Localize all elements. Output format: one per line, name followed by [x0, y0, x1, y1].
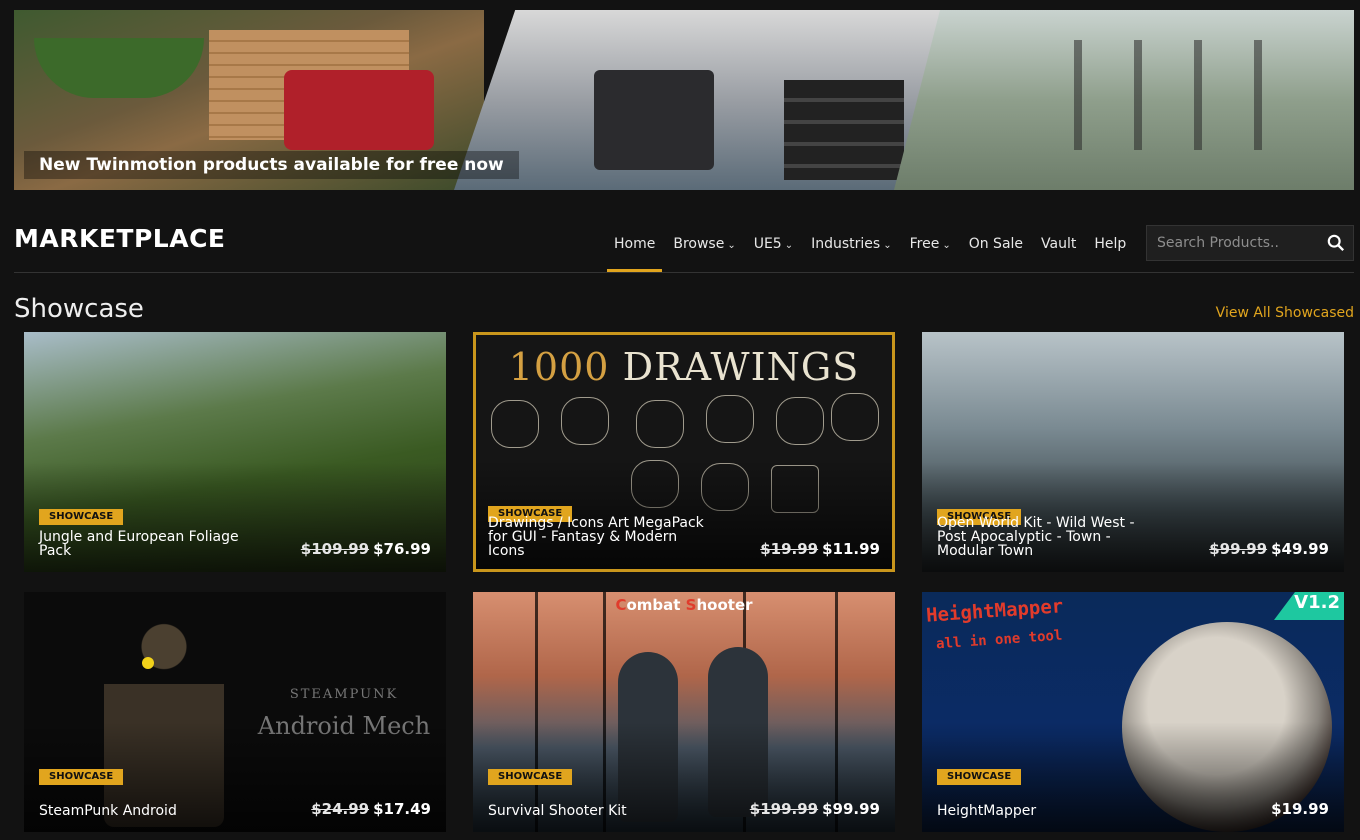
- price: $109.99 $76.99: [301, 540, 431, 558]
- product-card[interactable]: HeightMapper all in one tool V1.2 SHOWCA…: [922, 592, 1344, 832]
- chevron-down-icon: ⌄: [784, 240, 794, 251]
- robot-eye: [142, 657, 154, 669]
- lawnmower-illustration: [284, 70, 434, 150]
- original-price: $199.99: [749, 800, 819, 818]
- showcase-badge: SHOWCASE: [488, 769, 573, 785]
- price: $24.99 $17.49: [311, 800, 431, 818]
- original-price: $99.99: [1209, 540, 1268, 558]
- people-illustration: [1044, 40, 1304, 150]
- price: $199.99 $99.99: [750, 800, 880, 818]
- nav-item-free[interactable]: Free ⌄: [901, 232, 960, 272]
- header-divider: [14, 272, 1354, 273]
- sale-price: $99.99: [822, 800, 880, 818]
- nav-label: Browse: [673, 236, 725, 252]
- thumbnail-headline: Combat Shooter: [615, 596, 753, 614]
- nav-item-on-sale[interactable]: On Sale: [960, 232, 1032, 272]
- product-title[interactable]: Open World Kit - Wild West - Post Apocal…: [937, 516, 1167, 558]
- nav-item-vault[interactable]: Vault: [1032, 232, 1085, 272]
- thumbnail-headline: HeightMapper: [925, 595, 1064, 627]
- nav-label: Home: [614, 236, 656, 252]
- product-title[interactable]: Drawings / Icons Art MegaPack for GUI - …: [488, 516, 718, 558]
- version-badge: V1.2: [1274, 592, 1344, 620]
- nav-item-industries[interactable]: Industries ⌄: [802, 232, 901, 272]
- nav-label: UE5: [753, 236, 782, 252]
- nav-item-ue5[interactable]: UE5 ⌄: [745, 232, 802, 272]
- original-price: $109.99: [300, 540, 370, 558]
- chevron-down-icon: ⌄: [883, 240, 892, 251]
- search-input[interactable]: [1147, 226, 1337, 260]
- nav-item-help[interactable]: Help: [1085, 232, 1135, 272]
- price: $19.99 $11.99: [760, 540, 880, 558]
- search-icon[interactable]: [1327, 234, 1345, 252]
- nav-item-browse[interactable]: Browse ⌄: [664, 232, 744, 272]
- nav-item-home[interactable]: Home: [605, 232, 664, 272]
- nav-label: Free: [909, 236, 940, 252]
- leaf-sketch-icon: [831, 393, 879, 441]
- sale-price: $11.99: [822, 540, 880, 558]
- price: $19.99: [1271, 800, 1329, 818]
- showcase-badge: SHOWCASE: [39, 509, 124, 525]
- wheelbarrow-illustration: [34, 38, 204, 98]
- sale-price: $76.99: [373, 540, 431, 558]
- thumbnail-subheading: STEAMPUNK: [289, 687, 399, 702]
- thumbnail-subheading: all in one tool: [935, 627, 1063, 653]
- product-card[interactable]: Combat Shooter SHOWCASE Survival Shooter…: [473, 592, 895, 832]
- thumbnail-headline: 1000 DRAWINGS: [508, 345, 860, 389]
- chevron-down-icon: ⌄: [727, 240, 736, 251]
- helmet-sketch-icon: [636, 400, 684, 448]
- product-card[interactable]: SHOWCASE Open World Kit - Wild West - Po…: [922, 332, 1344, 572]
- sale-price: $17.49: [373, 800, 431, 818]
- showcase-badge: SHOWCASE: [937, 769, 1022, 785]
- original-price: $24.99: [311, 800, 370, 818]
- armor-sketch-icon: [491, 400, 539, 448]
- nav-label: Vault: [1041, 236, 1077, 252]
- section-title: Showcase: [14, 294, 144, 324]
- banner-caption[interactable]: New Twinmotion products available for fr…: [24, 151, 519, 179]
- stair-machine-illustration: [784, 80, 904, 180]
- product-card[interactable]: SHOWCASE Jungle and European Foliage Pac…: [24, 332, 446, 572]
- product-title[interactable]: SteamPunk Android: [39, 804, 269, 818]
- product-card[interactable]: STEAMPUNK Android Mech SHOWCASE SteamPun…: [24, 592, 446, 832]
- chainmail-sketch-icon: [561, 397, 609, 445]
- hero-banner[interactable]: New Twinmotion products available for fr…: [14, 10, 1354, 190]
- banner-image-gym: [454, 10, 964, 190]
- main-nav: Home Browse ⌄ UE5 ⌄ Industries ⌄ Free ⌄ On Sale Va…: [605, 232, 1135, 272]
- product-title[interactable]: HeightMapper: [937, 804, 1167, 818]
- sale-price: $19.99: [1271, 800, 1329, 818]
- banner-image-street: [894, 10, 1354, 190]
- sale-price: $49.99: [1271, 540, 1329, 558]
- gourd-sketch-icon: [776, 397, 824, 445]
- search-box[interactable]: [1146, 225, 1354, 261]
- product-card[interactable]: 1000 DRAWINGS SHOWCASE Drawings / Icons …: [473, 332, 895, 572]
- tools-sketch-icon: [706, 395, 754, 443]
- original-price: $19.99: [760, 540, 819, 558]
- product-title[interactable]: Jungle and European Foliage Pack: [39, 530, 269, 558]
- nav-label: On Sale: [968, 236, 1024, 252]
- price: $99.99 $49.99: [1209, 540, 1329, 558]
- marketplace-logo[interactable]: MARKETPLACE: [14, 224, 226, 253]
- gym-machine-illustration: [594, 70, 714, 170]
- nav-label: Help: [1094, 236, 1127, 252]
- nav-label: Industries: [811, 236, 881, 252]
- product-title[interactable]: Survival Shooter Kit: [488, 804, 718, 818]
- view-all-showcased-link[interactable]: View All Showcased: [1216, 305, 1354, 321]
- chevron-down-icon: ⌄: [942, 240, 951, 251]
- showcase-badge: SHOWCASE: [39, 769, 124, 785]
